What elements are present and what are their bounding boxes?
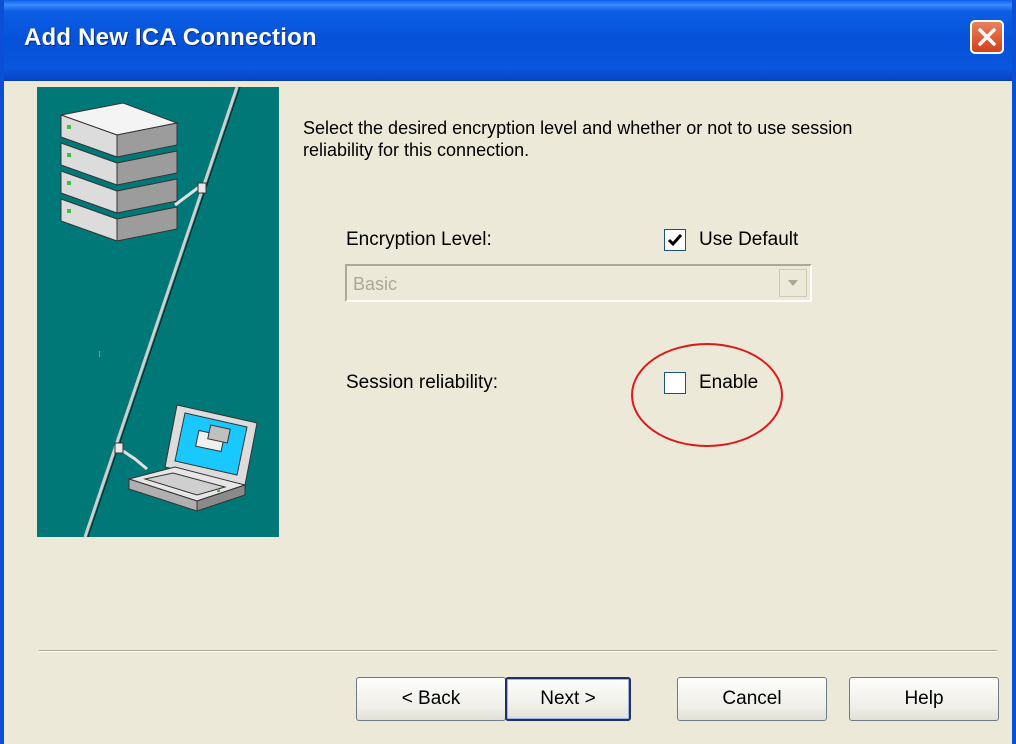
close-button[interactable] bbox=[970, 20, 1004, 54]
help-button[interactable]: Help bbox=[849, 677, 999, 721]
enable-label: Enable bbox=[699, 372, 759, 393]
title-bar[interactable]: Add New ICA Connection bbox=[4, 0, 1012, 81]
checkmark-icon bbox=[667, 234, 683, 247]
use-default-label: Use Default bbox=[699, 229, 799, 250]
dialog-body: Select the desired encryption level and … bbox=[4, 81, 1012, 744]
chevron-down-icon bbox=[788, 280, 798, 286]
instructions-text: Select the desired encryption level and … bbox=[303, 118, 853, 160]
network-illustration-icon bbox=[59, 86, 258, 538]
separator bbox=[39, 650, 997, 652]
wizard-illustration bbox=[37, 86, 279, 538]
encryption-level-select[interactable]: Basic bbox=[345, 264, 812, 302]
cancel-button[interactable]: Cancel bbox=[677, 677, 827, 721]
next-button[interactable]: Next > bbox=[505, 677, 631, 721]
encryption-level-value: Basic bbox=[353, 274, 398, 294]
session-reliability-label: Session reliability: bbox=[346, 372, 499, 393]
highlight-circle bbox=[631, 343, 783, 447]
close-icon bbox=[978, 28, 996, 46]
dropdown-button[interactable] bbox=[779, 269, 807, 297]
back-button[interactable]: < Back bbox=[356, 677, 506, 721]
encryption-level-label: Encryption Level: bbox=[346, 229, 492, 250]
use-default-checkbox[interactable] bbox=[664, 229, 686, 251]
window-title: Add New ICA Connection bbox=[24, 24, 317, 51]
dialog-window: Add New ICA Connection Select the desire… bbox=[0, 0, 1016, 744]
enable-checkbox[interactable] bbox=[664, 372, 686, 394]
